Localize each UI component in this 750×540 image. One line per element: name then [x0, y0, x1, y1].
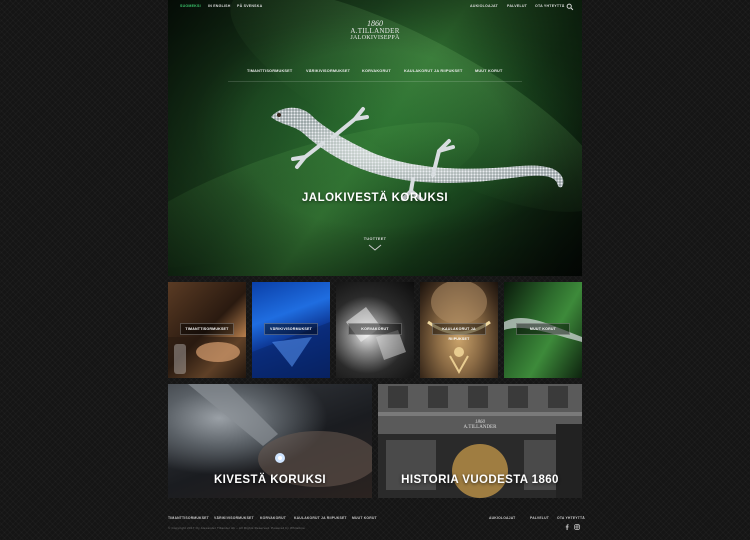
tile-label: MUUT KORUT — [516, 323, 570, 335]
logo-subtitle: JALOKIVISEPPÄ — [350, 34, 400, 41]
tile-label: KORVAKORUT — [348, 323, 402, 335]
banner-title: HISTORIA VUODESTA 1860 — [401, 474, 559, 486]
lizard-brooch-image — [271, 107, 564, 201]
hero-title: JALOKIVESTÄ KORUKSI — [301, 192, 449, 204]
nav-diamond-rings[interactable]: TIMANTTISORMUKSET — [247, 69, 292, 73]
category-tiles: TIMANTTISORMUKSET VÄRIKIVISORMUKSET KORV… — [168, 282, 582, 378]
storefront-sign: 1860 A.TILLANDER — [448, 420, 512, 430]
footer-services-link[interactable]: PALVELUT — [530, 516, 549, 520]
footer-contact-link[interactable]: OTA YHTEYTTÄ — [557, 516, 585, 520]
chevron-down-icon[interactable] — [367, 244, 383, 252]
products-link[interactable]: TUOTTEET — [168, 237, 582, 241]
top-navigation: SUOMEKSI IN ENGLISH PÅ SVENSKA AUKIOLOAJ… — [180, 3, 574, 14]
page: SUOMEKSI IN ENGLISH PÅ SVENSKA AUKIOLOAJ… — [168, 0, 585, 540]
site-logo[interactable]: 1860 A.TILLANDER JALOKIVISEPPÄ — [350, 20, 400, 41]
tile-earrings[interactable]: KORVAKORUT — [336, 282, 414, 378]
tile-label: TIMANTTISORMUKSET — [180, 323, 234, 335]
tile-other-jewelry[interactable]: MUUT KORUT — [504, 282, 582, 378]
footer: TIMANTTISORMUKSET VÄRIKIVISORMUKSET KORV… — [168, 508, 585, 540]
feature-banners: KIVESTÄ KORUKSI 1860 A.TILLANDER HISTORI… — [168, 384, 582, 498]
nav-divider — [228, 81, 522, 82]
lang-swedish-link[interactable]: PÅ SVENSKA — [237, 4, 262, 8]
copyright-text: © Copyright 2017 Oy Alexander Tillander … — [168, 526, 305, 530]
banner-history[interactable]: 1860 A.TILLANDER HISTORIA VUODESTA 1860 — [378, 384, 582, 498]
facebook-icon[interactable] — [564, 524, 570, 530]
footer-link[interactable]: KORVAKORUT — [260, 516, 286, 520]
tile-gemstone-rings[interactable]: VÄRIKIVISORMUKSET — [252, 282, 330, 378]
lang-english-link[interactable]: IN ENGLISH — [208, 4, 231, 8]
banner-from-stone-to-jewelry[interactable]: KIVESTÄ KORUKSI — [168, 384, 372, 498]
banner-title: KIVESTÄ KORUKSI — [213, 474, 327, 486]
footer-link[interactable]: KAULAKORUT JA RIIPUKSET — [294, 516, 347, 520]
tile-label: KAULAKORUT JA RIIPUKSET — [432, 323, 486, 341]
opening-hours-link[interactable]: AUKIOLOAJAT — [470, 4, 498, 8]
contact-link[interactable]: OTA YHTEYTTÄ — [535, 4, 565, 8]
nav-gemstone-rings[interactable]: VÄRIKIVISORMUKSET — [306, 69, 350, 73]
footer-hours-link[interactable]: AUKIOLOAJAT — [489, 516, 515, 520]
footer-link[interactable]: MUUT KORUT — [352, 516, 377, 520]
services-link[interactable]: PALVELUT — [507, 4, 527, 8]
tile-necklaces[interactable]: KAULAKORUT JA RIIPUKSET — [420, 282, 498, 378]
category-navigation: TIMANTTISORMUKSET VÄRIKIVISORMUKSET KORV… — [168, 66, 582, 82]
lang-finnish-link[interactable]: SUOMEKSI — [180, 4, 201, 8]
nav-other-jewelry[interactable]: MUUT KORUT — [475, 69, 503, 73]
tile-diamond-rings[interactable]: TIMANTTISORMUKSET — [168, 282, 246, 378]
hero: SUOMEKSI IN ENGLISH PÅ SVENSKA AUKIOLOAJ… — [168, 0, 582, 276]
nav-necklaces[interactable]: KAULAKORUT JA RIIPUKSET — [404, 69, 462, 73]
instagram-icon[interactable] — [574, 524, 580, 530]
storefront-sign-name: A.TILLANDER — [463, 425, 497, 430]
search-icon[interactable] — [566, 3, 574, 11]
footer-link[interactable]: TIMANTTISORMUKSET — [168, 516, 209, 520]
nav-earrings[interactable]: KORVAKORUT — [362, 69, 391, 73]
footer-link[interactable]: VÄRIKIVISORMUKSET — [214, 516, 254, 520]
tile-label: VÄRIKIVISORMUKSET — [264, 323, 318, 335]
